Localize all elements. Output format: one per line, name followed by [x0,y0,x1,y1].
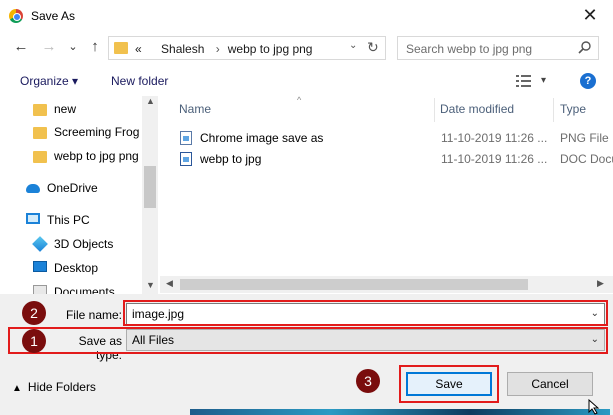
documents-icon [33,285,47,294]
new-folder-button[interactable]: New folder [111,74,168,88]
column-divider[interactable] [434,98,435,122]
folder-icon [33,104,47,116]
doc-file-icon [180,152,192,166]
save-as-type-highlight [8,327,608,354]
folder-icon [33,151,47,163]
column-divider[interactable] [553,98,554,122]
scroll-down-icon[interactable]: ▼ [146,280,155,290]
sidebar-item-label: Screeming Frog [54,125,140,139]
sidebar-item-label: Documents [54,285,115,294]
file-name: Chrome image save as [200,131,324,145]
search-icon[interactable] [578,40,592,54]
sidebar-item-label: Desktop [54,261,99,275]
file-name-highlight [123,300,608,326]
column-header-name[interactable]: Name [179,102,211,116]
sidebar-item-label: 3D Objects [54,237,114,251]
help-icon[interactable]: ? [580,73,596,89]
sidebar-item-label: OneDrive [47,181,98,195]
sidebar-item-label: webp to jpg png [54,149,139,163]
back-arrow-icon[interactable]: ← [12,38,30,56]
step-badge-2: 2 [22,301,46,325]
refresh-icon[interactable]: ↻ [367,39,379,56]
chevron-up-icon: ▲ [12,383,22,394]
scroll-up-icon[interactable]: ▲ [146,96,155,106]
organize-menu[interactable]: Organize ▾ [20,74,78,88]
file-row[interactable]: Chrome image save as 11-10-2019 11:26 ..… [180,128,613,148]
file-list-horizontal-scrollbar[interactable]: ◀ ▶ [160,276,613,293]
cancel-button[interactable]: Cancel [507,372,593,396]
column-header-type[interactable]: Type [560,102,586,116]
scrollbar-thumb[interactable] [144,166,156,208]
navigation-pane-scrollbar[interactable]: ▲ ▼ [142,96,158,294]
file-type: DOC Docu [560,152,613,166]
desktop-icon [33,261,47,272]
breadcrumb: « Shalesh › webp to jpg png [135,42,313,56]
file-date: 11-10-2019 11:26 ... [441,152,548,166]
recent-locations-icon[interactable]: ⌄ [64,38,82,56]
sort-indicator-icon: ^ [297,96,302,105]
file-row[interactable]: webp to jpg 11-10-2019 11:26 ... DOC Doc… [180,149,613,169]
up-arrow-icon[interactable]: ↑ [86,38,104,56]
background-image-strip [190,409,610,415]
search-placeholder: Search webp to jpg png [406,42,533,56]
save-button-highlight [399,365,499,403]
pc-icon [26,213,40,224]
view-menu-dropdown-icon[interactable]: ▾ [541,75,546,86]
scroll-left-icon[interactable]: ◀ [166,278,173,289]
sidebar-item-label: This PC [47,213,90,227]
file-name: webp to jpg [200,152,262,166]
address-bar[interactable]: « Shalesh › webp to jpg png ⌄ ↻ [108,36,386,60]
3d-objects-icon [32,236,48,252]
title-bar: Save As ✕ [0,0,613,32]
hide-folders-button[interactable]: ▲ Hide Folders [12,380,96,394]
folder-icon [33,127,47,139]
command-bar: Organize ▾ New folder ▾ ? [0,66,613,96]
column-header-date[interactable]: Date modified [440,102,514,116]
search-input[interactable]: Search webp to jpg png [397,36,599,60]
file-type: PNG File [560,131,609,145]
breadcrumb-current-folder[interactable]: webp to jpg png [228,42,313,56]
chrome-icon [9,9,23,23]
scroll-right-icon[interactable]: ▶ [597,278,604,289]
navigation-pane: new Screeming Frog webp to jpg png OneDr… [0,96,158,294]
view-options-icon[interactable] [516,74,532,88]
scrollbar-thumb[interactable] [180,279,528,290]
file-list: ^ Name Date modified Type Chrome image s… [160,96,613,294]
window-title: Save As [31,9,76,23]
sidebar-item-label: new [54,102,77,116]
forward-arrow-icon[interactable]: → [40,38,58,56]
address-dropdown-icon[interactable]: ⌄ [349,40,357,51]
step-badge-3: 3 [356,369,380,393]
breadcrumb-overflow-icon[interactable]: « [135,42,142,56]
file-name-label: File name: [65,308,122,322]
breadcrumb-shalesh[interactable]: Shalesh [161,42,204,56]
onedrive-icon [26,184,40,193]
png-file-icon [180,131,192,145]
file-date: 11-10-2019 11:26 ... [441,131,548,145]
step-badge-1: 1 [22,329,46,353]
folder-icon [114,42,128,54]
close-icon[interactable]: ✕ [578,4,602,26]
hide-folders-label: Hide Folders [27,380,96,394]
mouse-cursor-icon [588,399,600,415]
navigation-bar: ← → ⌄ ↑ « Shalesh › webp to jpg png ⌄ ↻ S… [0,32,613,64]
